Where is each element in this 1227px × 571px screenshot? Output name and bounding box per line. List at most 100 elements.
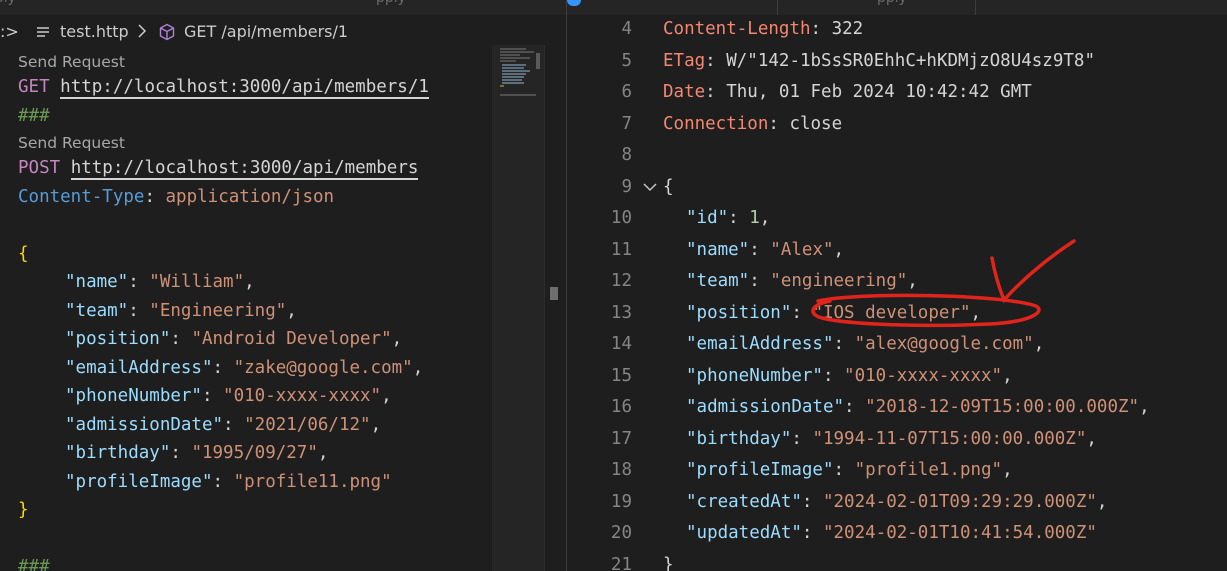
request-body-field: "emailAddress": "zake@google.com",: [65, 358, 424, 378]
request-body-field: "profileImage": "profile11.png": [65, 472, 392, 492]
response-json-field: "createdAt": "2024-02-01T09:29:29.000Z",: [686, 491, 1108, 512]
response-json-field: "admissionDate": "2018-12-09T15:00:00.00…: [686, 397, 1150, 417]
line-number: 8: [621, 145, 632, 165]
json-key: "birthday": [686, 428, 792, 449]
chevron-right-icon[interactable]: :>: [0, 22, 19, 41]
tab-divider: [975, 0, 976, 15]
line-number: 12: [610, 271, 632, 291]
json-key: "name": [65, 272, 129, 292]
scrollbar-thumb[interactable]: [550, 287, 558, 300]
json-key: "position": [65, 329, 171, 349]
json-value: "profile1.png": [854, 460, 1003, 480]
json-value: "010-xxxx-xxxx": [844, 365, 1003, 386]
request-body-field: "team": "Engineering",: [65, 301, 297, 321]
cube-icon: [158, 23, 176, 45]
menu-lines-icon: [36, 24, 50, 43]
line-number: 10: [610, 208, 632, 228]
header-name: Content-Type: [18, 187, 145, 207]
header-name: Connection: [663, 113, 769, 134]
breadcrumb: :> test.http GET /api/members/1: [0, 18, 500, 48]
response-header-line: Connection: close: [663, 113, 843, 134]
body-open-brace: {: [18, 244, 29, 264]
json-key: "phoneNumber": [686, 365, 823, 386]
response-json-field: "profileImage": "profile1.png",: [686, 460, 1013, 480]
send-request-codelens[interactable]: Send Request: [18, 134, 125, 152]
json-key: "birthday": [65, 443, 171, 463]
request-body-field: "admissionDate": "2021/06/12",: [65, 415, 382, 435]
header-value: application/json: [165, 187, 335, 207]
json-key: "admissionDate": [686, 397, 845, 417]
line-number: 16: [610, 397, 632, 417]
json-key: "id": [686, 208, 729, 228]
line-number: 9: [621, 176, 632, 197]
request-body-field: "position": "Android Developer",: [65, 329, 403, 349]
response-header-line: Content-Length: 322: [663, 19, 864, 39]
line-number: 18: [610, 460, 632, 480]
json-key: "phoneNumber": [65, 386, 202, 406]
json-value: "Android Developer": [191, 329, 392, 349]
json-key: "emailAddress": [65, 358, 213, 378]
json-close-brace: }: [663, 554, 674, 571]
chevron-down-icon[interactable]: [641, 178, 659, 200]
json-value: "2018-12-09T15:00:00.000Z": [865, 397, 1140, 417]
editor-tab[interactable]: pply: [0, 0, 16, 6]
json-key: "profileImage": [65, 472, 213, 492]
json-key: "team": [65, 301, 129, 321]
json-key: "emailAddress": [686, 334, 834, 354]
json-value: "engineering": [770, 271, 908, 291]
json-key: "profileImage": [686, 460, 834, 480]
json-value: "Alex": [770, 239, 834, 260]
json-value: "2024-02-01T10:41:54.000Z": [822, 523, 1097, 543]
response-json-field: "team": "engineering",: [686, 271, 918, 291]
json-key: "team": [686, 271, 750, 291]
header-name: Content-Length: [663, 19, 811, 39]
response-editor-pane: pply 4 Content-Length: 322 5 ETag: W/"142-1…: [566, 0, 1227, 571]
line-number: 15: [610, 365, 632, 386]
json-value: "zake@google.com": [233, 358, 413, 378]
editor-tab[interactable]: pply: [376, 0, 406, 6]
chevron-right-icon: [136, 22, 148, 44]
send-request-codelens[interactable]: Send Request: [18, 53, 125, 71]
request-editor-pane: pply pply :> test.http GET /api/members/…: [0, 0, 566, 571]
http-method: GET: [18, 77, 50, 97]
line-number: 17: [610, 428, 632, 449]
line-number: 13: [610, 302, 632, 323]
json-value: 1: [749, 208, 760, 228]
left-tab-strip: pply pply: [0, 0, 566, 15]
request-header-line: Content-Type: application/json: [18, 187, 335, 207]
request-body-field: "name": "William",: [65, 272, 255, 292]
response-json-field: "birthday": "1994-11-07T15:00:00.000Z",: [686, 428, 1097, 449]
json-value: "alex@google.com": [854, 334, 1034, 354]
json-key: "name": [686, 239, 750, 260]
body-close-brace: }: [18, 500, 29, 520]
right-tab-strip: pply: [567, 0, 1227, 15]
request-url[interactable]: http://localhost:3000/api/members: [70, 158, 419, 180]
response-json-field: "emailAddress": "alex@google.com",: [686, 334, 1045, 354]
json-value: "Engineering": [149, 301, 287, 321]
breadcrumb-file[interactable]: test.http: [60, 22, 129, 41]
request-line-get: GET http://localhost:3000/api/members/1: [18, 77, 429, 99]
header-name: Date: [663, 82, 706, 102]
tab-status-dot: [567, 0, 581, 6]
line-number: 7: [621, 113, 632, 134]
json-key: "position": [686, 302, 792, 323]
vertical-scrollbar[interactable]: [544, 45, 567, 571]
breadcrumb-request[interactable]: GET /api/members/1: [184, 22, 348, 41]
json-value: "profile11.png": [233, 472, 392, 492]
minimap[interactable]: [492, 45, 544, 571]
request-separator: ###: [18, 557, 50, 571]
line-number: 19: [610, 491, 632, 512]
response-json-field: "phoneNumber": "010-xxxx-xxxx",: [686, 365, 1013, 386]
header-value: 322: [831, 19, 864, 39]
request-body-field: "birthday": "1995/09/27",: [65, 443, 329, 463]
header-value: close: [789, 113, 843, 134]
request-url[interactable]: http://localhost:3000/api/members/1: [60, 77, 429, 99]
json-value: "1994-11-07T15:00:00.000Z": [812, 428, 1087, 449]
line-number: 20: [610, 523, 632, 543]
json-key: "createdAt": [686, 491, 802, 512]
json-value: "1995/09/27": [191, 443, 318, 463]
line-number: 4: [621, 19, 632, 39]
line-number: 5: [621, 50, 632, 71]
editor-tab[interactable]: pply: [877, 0, 907, 6]
line-number: 11: [610, 239, 632, 260]
